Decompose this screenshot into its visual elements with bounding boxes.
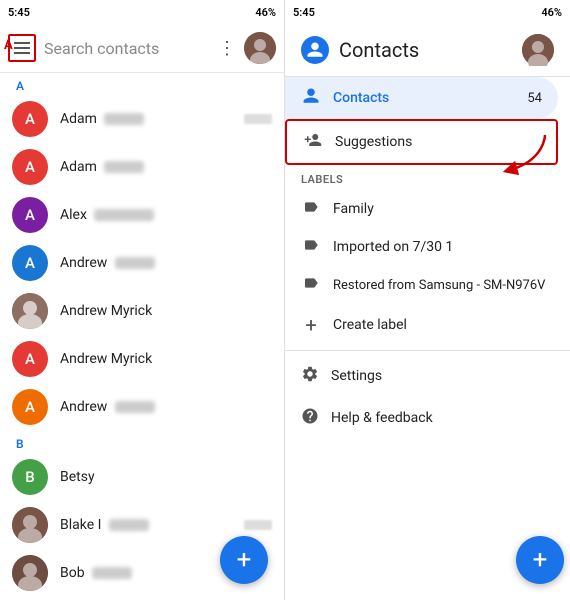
label-imported[interactable]: Imported on 7/30 1 bbox=[285, 228, 570, 266]
right-header: Contacts bbox=[285, 24, 570, 77]
avatar: A bbox=[12, 101, 48, 137]
add-contact-fab[interactable]: + bbox=[220, 536, 268, 584]
left-status-icons: 46% bbox=[255, 6, 276, 19]
contact-name: Andrew bbox=[60, 399, 272, 415]
create-label-item[interactable]: + Create label bbox=[285, 304, 570, 346]
list-item[interactable]: A Andrew bbox=[0, 239, 284, 287]
contact-name: Andrew bbox=[60, 255, 272, 271]
user-avatar-left[interactable] bbox=[244, 32, 276, 64]
section-a-label: A bbox=[0, 73, 284, 95]
label-family[interactable]: Family bbox=[285, 190, 570, 228]
list-item[interactable]: A Adam bbox=[0, 143, 284, 191]
list-item[interactable]: A Adam bbox=[0, 95, 284, 143]
contact-name: Betsy bbox=[60, 469, 272, 485]
settings-label: Settings bbox=[331, 368, 382, 384]
avatar bbox=[12, 555, 48, 591]
label-family-text: Family bbox=[333, 201, 374, 217]
left-time: 5:45 bbox=[8, 6, 30, 19]
settings-icon bbox=[301, 365, 319, 387]
contacts-badge: 54 bbox=[527, 91, 542, 106]
page-title: Contacts bbox=[339, 38, 512, 62]
contacts-nav-label: Contacts bbox=[333, 90, 389, 106]
label-restored-icon bbox=[301, 275, 321, 295]
left-panel: 5:45 46% A Search contacts ⋮ A bbox=[0, 0, 285, 600]
avatar: B bbox=[12, 459, 48, 495]
label-restored[interactable]: Restored from Samsung - SM-N976V bbox=[285, 266, 570, 304]
label-imported-icon bbox=[301, 237, 321, 257]
right-status-bar: 5:45 46% bbox=[285, 0, 570, 24]
suggestion-arrow bbox=[490, 130, 550, 185]
contact-name: Alex bbox=[60, 207, 272, 223]
help-icon bbox=[301, 407, 319, 429]
contact-name: Blake I bbox=[60, 517, 232, 533]
list-item[interactable]: A Alex bbox=[0, 191, 284, 239]
left-status-bar: 5:45 46% bbox=[0, 0, 284, 24]
avatar: A bbox=[12, 245, 48, 281]
contact-name: Adam bbox=[60, 111, 232, 127]
avatar: A bbox=[12, 149, 48, 185]
contact-name: Andrew Myrick bbox=[60, 303, 272, 319]
label-family-icon bbox=[301, 199, 321, 219]
label-restored-text: Restored from Samsung - SM-N976V bbox=[333, 278, 545, 293]
avatar bbox=[12, 293, 48, 329]
avatar: A bbox=[12, 341, 48, 377]
person-add-icon bbox=[303, 131, 323, 153]
add-contact-fab-right[interactable]: + bbox=[516, 536, 564, 584]
list-item[interactable]: A Andrew bbox=[0, 383, 284, 431]
right-battery: 46% bbox=[541, 6, 562, 19]
search-bar: A Search contacts ⋮ bbox=[0, 24, 284, 73]
left-battery: 46% bbox=[255, 6, 276, 19]
list-item[interactable]: A Andrew Myrick bbox=[0, 335, 284, 383]
avatar: A bbox=[12, 389, 48, 425]
create-label-text: Create label bbox=[333, 317, 407, 333]
create-label-icon: + bbox=[301, 313, 321, 337]
avatar: A bbox=[12, 197, 48, 233]
list-item[interactable]: B Betsy bbox=[0, 453, 284, 501]
section-b-label: B bbox=[0, 431, 284, 453]
right-status-icons: 46% bbox=[541, 6, 562, 19]
contact-name: Adam bbox=[60, 159, 272, 175]
avatar bbox=[12, 507, 48, 543]
person-icon bbox=[301, 87, 321, 109]
help-item[interactable]: Help & feedback bbox=[285, 397, 570, 439]
nav-item-contacts[interactable]: Contacts 54 bbox=[285, 77, 558, 119]
divider bbox=[285, 350, 570, 351]
settings-item[interactable]: Settings bbox=[285, 355, 570, 397]
contacts-list: A A Adam A Adam A Alex A Andrew bbox=[0, 73, 284, 600]
right-panel: 5:45 46% Contacts Contacts 54 bbox=[285, 0, 570, 600]
contact-name: Andrew Myrick bbox=[60, 351, 272, 367]
suggestions-nav-label: Suggestions bbox=[335, 134, 412, 150]
list-item[interactable]: Andrew Myrick bbox=[0, 287, 284, 335]
contacts-app-icon bbox=[301, 36, 329, 64]
user-avatar-right[interactable] bbox=[522, 34, 554, 66]
more-options-icon[interactable]: ⋮ bbox=[218, 38, 236, 59]
search-input[interactable]: Search contacts bbox=[44, 39, 210, 58]
annotation-a: A bbox=[4, 38, 13, 53]
label-imported-text: Imported on 7/30 1 bbox=[333, 239, 453, 255]
help-label: Help & feedback bbox=[331, 410, 433, 426]
right-time: 5:45 bbox=[293, 6, 315, 19]
